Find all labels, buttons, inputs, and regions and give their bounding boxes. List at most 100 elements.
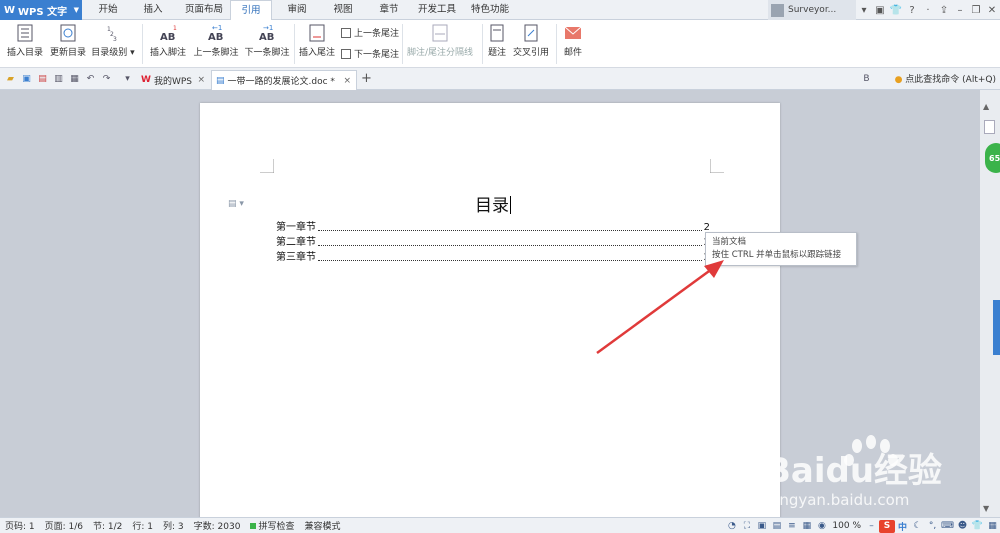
doc-tab-my-wps[interactable]: W 我的WPS × bbox=[137, 70, 210, 90]
svg-text:←1: ←1 bbox=[212, 24, 222, 32]
tab-insert[interactable]: 插入 bbox=[135, 0, 171, 20]
link-tooltip: 当前文档 按住 CTRL 并单击鼠标以跟踪链接 bbox=[705, 232, 857, 266]
app-menu-button[interactable]: W WPS 文字 ▼ bbox=[0, 0, 82, 20]
more-icon[interactable]: · bbox=[920, 0, 936, 20]
svg-text:AB: AB bbox=[160, 32, 175, 42]
b-icon[interactable]: B bbox=[860, 72, 873, 85]
tab-review[interactable]: 审阅 bbox=[280, 0, 314, 20]
toc-level-dropdown[interactable]: 123 目录级别 ▾ bbox=[90, 22, 136, 66]
skin-icon[interactable]: ▣ bbox=[872, 0, 888, 20]
toc-entry-label: 第一章节 bbox=[276, 222, 316, 233]
fullscreen-icon[interactable]: ⛶ bbox=[739, 518, 754, 533]
tab-view[interactable]: 视图 bbox=[326, 0, 360, 20]
chinese-mode-icon[interactable]: 中 bbox=[895, 518, 910, 533]
spell-check-toggle[interactable]: 拼写检查 bbox=[245, 519, 299, 532]
minimize-icon[interactable]: – bbox=[952, 0, 968, 20]
caption-icon bbox=[490, 24, 504, 42]
caption-button[interactable]: 题注 bbox=[484, 22, 510, 66]
footnote-separator-button[interactable]: 脚注/尾注分隔线 bbox=[405, 22, 475, 66]
quick-access-bar: ▰ ▣ ▤ ▥ ▦ ↶ ↷ ▾ W 我的WPS × ▤ 一带一路的发展论文.do… bbox=[0, 68, 1000, 90]
doc-tab-active[interactable]: ▤ 一带一路的发展论文.doc * × bbox=[211, 70, 357, 90]
web-view-icon[interactable]: ▦ bbox=[799, 518, 814, 533]
insert-footnote-button[interactable]: AB 1 插入脚注 bbox=[146, 22, 190, 66]
upload-icon[interactable]: ⇪ bbox=[936, 0, 952, 20]
customize-dropdown-icon[interactable]: ▾ bbox=[121, 72, 134, 85]
toc-entry[interactable]: 第三章节 2 bbox=[276, 248, 710, 263]
status-word-count[interactable]: 字数: 2030 bbox=[189, 519, 246, 532]
tab-developer[interactable]: 开发工具 bbox=[413, 0, 461, 20]
scroll-down-icon[interactable]: ▼ bbox=[983, 504, 989, 513]
new-tab-icon[interactable]: + bbox=[360, 71, 373, 86]
insert-footnote-label: 插入脚注 bbox=[149, 48, 186, 58]
tab-home[interactable]: 开始 bbox=[88, 0, 128, 20]
insert-toc-button[interactable]: 插入目录 bbox=[4, 22, 46, 66]
user-center-icon[interactable]: ☻ bbox=[955, 518, 970, 533]
close-icon[interactable]: ✕ bbox=[984, 0, 1000, 20]
toc-icon bbox=[17, 24, 33, 42]
footnote-icon: AB1 bbox=[160, 25, 177, 42]
open-folder-icon[interactable]: ▰ bbox=[4, 72, 17, 85]
cross-reference-button[interactable]: 交叉引用 bbox=[511, 22, 551, 66]
skin-shirt-icon[interactable]: 👕 bbox=[970, 518, 985, 533]
update-toc-label: 更新目录 bbox=[49, 48, 86, 58]
tab-features[interactable]: 特色功能 bbox=[465, 0, 515, 20]
divider bbox=[482, 24, 483, 64]
protect-eye-icon[interactable]: ◉ bbox=[814, 518, 829, 533]
toc-entry[interactable]: 第一章节 2 bbox=[276, 218, 710, 233]
prev-footnote-button[interactable]: AB ←1 上一条脚注 bbox=[191, 22, 241, 66]
outline-view-icon[interactable]: ≡ bbox=[784, 518, 799, 533]
paragraph-menu-icon[interactable]: ▤ ▾ bbox=[228, 199, 244, 209]
punctuation-icon[interactable]: °, bbox=[925, 518, 940, 533]
next-endnote-button[interactable]: 下一条尾注 bbox=[341, 47, 399, 60]
undo-icon[interactable]: ↶ bbox=[84, 72, 97, 85]
document-page[interactable]: ▤ ▾ 目录 第一章节 2 第二章节 2 第三章节 2 bbox=[200, 103, 780, 523]
print-preview-icon[interactable]: ▦ bbox=[68, 72, 81, 85]
print-icon[interactable]: ▥ bbox=[52, 72, 65, 85]
update-toc-button[interactable]: 更新目录 bbox=[48, 22, 88, 66]
zoom-level[interactable]: 100 % bbox=[832, 521, 861, 531]
insert-endnote-button[interactable]: 插入尾注 bbox=[296, 22, 338, 66]
sogou-ime-icon[interactable]: S bbox=[879, 519, 895, 533]
svg-text:→1: →1 bbox=[263, 24, 273, 32]
tab-chapter[interactable]: 章节 bbox=[372, 0, 406, 20]
status-pages[interactable]: 页面: 1/6 bbox=[40, 519, 88, 532]
svg-text:3: 3 bbox=[113, 36, 117, 42]
toc-leader bbox=[318, 260, 702, 261]
tab-page-layout[interactable]: 页面布局 bbox=[178, 0, 230, 20]
close-icon[interactable]: × bbox=[197, 75, 205, 85]
read-view-icon[interactable]: ▤ bbox=[769, 518, 784, 533]
toc-entry[interactable]: 第二章节 2 bbox=[276, 233, 710, 248]
tab-references[interactable]: 引用 bbox=[230, 0, 272, 21]
history-icon[interactable]: ◔ bbox=[724, 518, 739, 533]
help-icon[interactable]: ? bbox=[904, 0, 920, 20]
page-view-icon[interactable]: ▣ bbox=[754, 518, 769, 533]
keyboard-icon[interactable]: ⌨ bbox=[940, 518, 955, 533]
status-row: 行: 1 bbox=[132, 522, 154, 532]
side-badge[interactable]: 65 bbox=[985, 143, 1000, 173]
next-footnote-button[interactable]: AB →1 下一条脚注 bbox=[242, 22, 292, 66]
zoom-out-icon[interactable]: – bbox=[864, 518, 879, 533]
endnote-icon bbox=[309, 24, 325, 42]
save-icon[interactable]: ▣ bbox=[20, 72, 33, 85]
mail-button[interactable]: 邮件 bbox=[559, 22, 587, 66]
scroll-thumb[interactable] bbox=[984, 120, 995, 134]
redo-icon[interactable]: ↷ bbox=[100, 72, 113, 85]
user-account[interactable]: Surveyor... bbox=[768, 0, 856, 20]
tooltip-hint: 按住 CTRL 并单击鼠标以跟踪链接 bbox=[712, 250, 842, 260]
toc-entry-label: 第二章节 bbox=[276, 237, 316, 248]
shirt-icon[interactable]: 👕 bbox=[888, 0, 904, 20]
separator-icon bbox=[432, 24, 448, 42]
toolbox-icon[interactable]: ▦ bbox=[985, 518, 1000, 533]
close-icon[interactable]: × bbox=[343, 76, 351, 86]
command-search[interactable]: ● 点此查找命令 (Alt+Q) bbox=[895, 72, 996, 85]
dropdown-icon[interactable]: ▾ bbox=[856, 0, 872, 20]
caption-label: 题注 bbox=[487, 48, 506, 58]
prev-endnote-button[interactable]: 上一条尾注 bbox=[341, 26, 399, 39]
pdf-export-icon[interactable]: ▤ bbox=[36, 72, 49, 85]
moon-icon[interactable]: ☾ bbox=[910, 518, 925, 533]
side-panel-handle[interactable] bbox=[993, 300, 1000, 355]
scroll-up-icon[interactable]: ▲ bbox=[983, 102, 989, 111]
document-area[interactable]: ▤ ▾ 目录 第一章节 2 第二章节 2 第三章节 2 bbox=[0, 90, 980, 523]
spell-check-icon bbox=[250, 523, 257, 529]
restore-icon[interactable]: ❐ bbox=[968, 0, 984, 20]
